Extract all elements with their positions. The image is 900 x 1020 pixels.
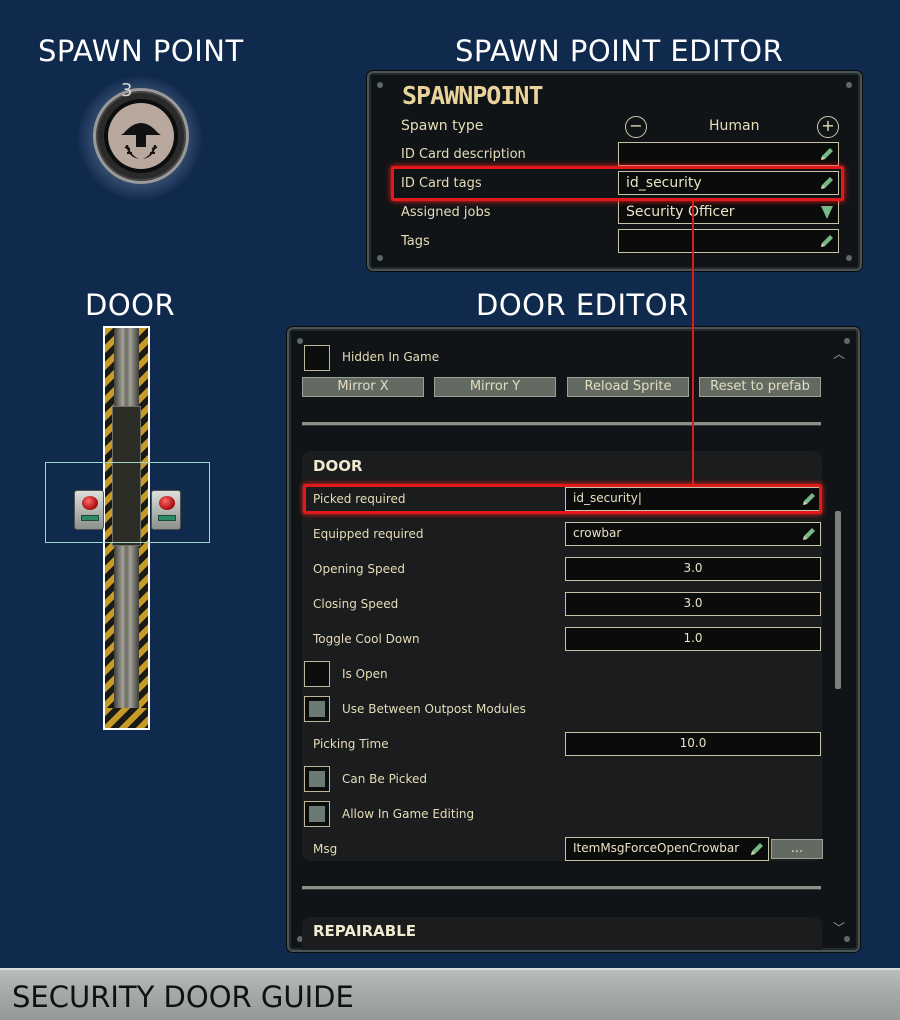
spawnpoint-title: SPAWNPOINT (402, 81, 544, 110)
msg-label: Msg (313, 842, 338, 856)
footer-bar: SECURITY DOOR GUIDE (0, 968, 900, 1020)
repairable-section-title: REPAIRABLE (313, 922, 417, 940)
hazard-stripes-bottom (105, 708, 148, 728)
footer-title: SECURITY DOOR GUIDE (12, 980, 354, 1014)
tags-field[interactable] (618, 229, 839, 253)
spawn-type-decrease-button[interactable]: − (625, 116, 647, 138)
spawn-type-value: Human (709, 118, 760, 134)
reload-sprite-button[interactable]: Reload Sprite (567, 377, 689, 397)
door-editor-panel: Hidden In Game Mirror X Mirror Y Reload … (287, 327, 860, 952)
id-card-description-label: ID Card description (401, 147, 526, 162)
toggle-cool-down-label: Toggle Cool Down (313, 632, 420, 646)
id-card-tags-highlight (391, 166, 844, 201)
pencil-icon (821, 235, 833, 247)
mirror-x-button[interactable]: Mirror X (302, 377, 424, 397)
is-open-label: Is Open (342, 667, 388, 681)
pencil-icon (821, 148, 833, 160)
scrollbar-thumb[interactable] (835, 511, 841, 689)
closing-speed-field[interactable]: 3.0 (565, 592, 821, 616)
door-editor-heading: DOOR EDITOR (476, 288, 689, 322)
equipped-required-value: crowbar (573, 526, 622, 540)
divider (302, 422, 821, 425)
connector-line (692, 200, 694, 485)
toggle-cool-down-field[interactable]: 1.0 (565, 627, 821, 651)
spawn-count: 3 (121, 80, 133, 101)
spawn-point-icon-inner (104, 99, 178, 173)
spawn-type-label: Spawn type (401, 118, 484, 134)
picking-time-label: Picking Time (313, 737, 389, 751)
door-button-left[interactable] (74, 490, 104, 530)
reset-to-prefab-button[interactable]: Reset to prefab (699, 377, 821, 397)
picking-time-value: 10.0 (679, 736, 707, 750)
picked-required-highlight (303, 484, 822, 514)
scroll-down-icon[interactable]: ﹀ (833, 919, 845, 936)
hidden-in-game-label: Hidden In Game (342, 350, 440, 364)
msg-value: ItemMsgForceOpenCrowbar (573, 841, 740, 855)
picking-time-field[interactable]: 10.0 (565, 732, 821, 756)
hidden-in-game-checkbox[interactable] (304, 345, 330, 371)
pencil-icon (803, 528, 815, 540)
id-card-description-field[interactable] (618, 142, 839, 166)
door-section-title: DOOR (313, 457, 363, 475)
opening-speed-field[interactable]: 3.0 (565, 557, 821, 581)
assigned-jobs-label: Assigned jobs (401, 205, 491, 220)
assigned-jobs-value: Security Officer (626, 204, 735, 220)
toggle-cool-down-value: 1.0 (683, 631, 703, 645)
equipped-required-field[interactable]: crowbar (565, 522, 821, 546)
msg-field[interactable]: ItemMsgForceOpenCrowbar (565, 837, 769, 861)
human-spawn-icon (108, 103, 174, 169)
opening-speed-label: Opening Speed (313, 562, 406, 576)
spawn-point-icon[interactable] (93, 88, 189, 184)
allow-in-game-editing-checkbox[interactable] (304, 801, 330, 827)
spawn-point-heading: SPAWN POINT (38, 34, 244, 68)
allow-in-game-editing-label: Allow In Game Editing (342, 807, 475, 821)
msg-more-button[interactable]: ... (771, 839, 823, 859)
assigned-jobs-dropdown[interactable]: Security Officer (618, 200, 839, 224)
scroll-up-icon[interactable]: ︿ (833, 345, 845, 362)
can-be-picked-checkbox[interactable] (304, 766, 330, 792)
opening-speed-value: 3.0 (683, 561, 703, 575)
closing-speed-value: 3.0 (683, 596, 703, 610)
pencil-icon (751, 843, 763, 855)
use-between-outpost-checkbox[interactable] (304, 696, 330, 722)
door-button-right[interactable] (151, 490, 181, 530)
door-selection-box (45, 462, 210, 543)
tags-label: Tags (401, 234, 430, 249)
can-be-picked-label: Can Be Picked (342, 772, 428, 786)
equipped-required-label: Equipped required (313, 527, 424, 541)
is-open-checkbox[interactable] (304, 661, 330, 687)
spawn-type-increase-button[interactable]: + (817, 116, 839, 138)
chevron-down-icon (821, 206, 833, 219)
door-heading: DOOR (85, 288, 176, 322)
closing-speed-label: Closing Speed (313, 597, 399, 611)
spawn-point-editor-heading: SPAWN POINT EDITOR (455, 34, 784, 68)
divider (302, 886, 821, 889)
use-between-outpost-label: Use Between Outpost Modules (342, 702, 526, 716)
mirror-y-button[interactable]: Mirror Y (434, 377, 556, 397)
